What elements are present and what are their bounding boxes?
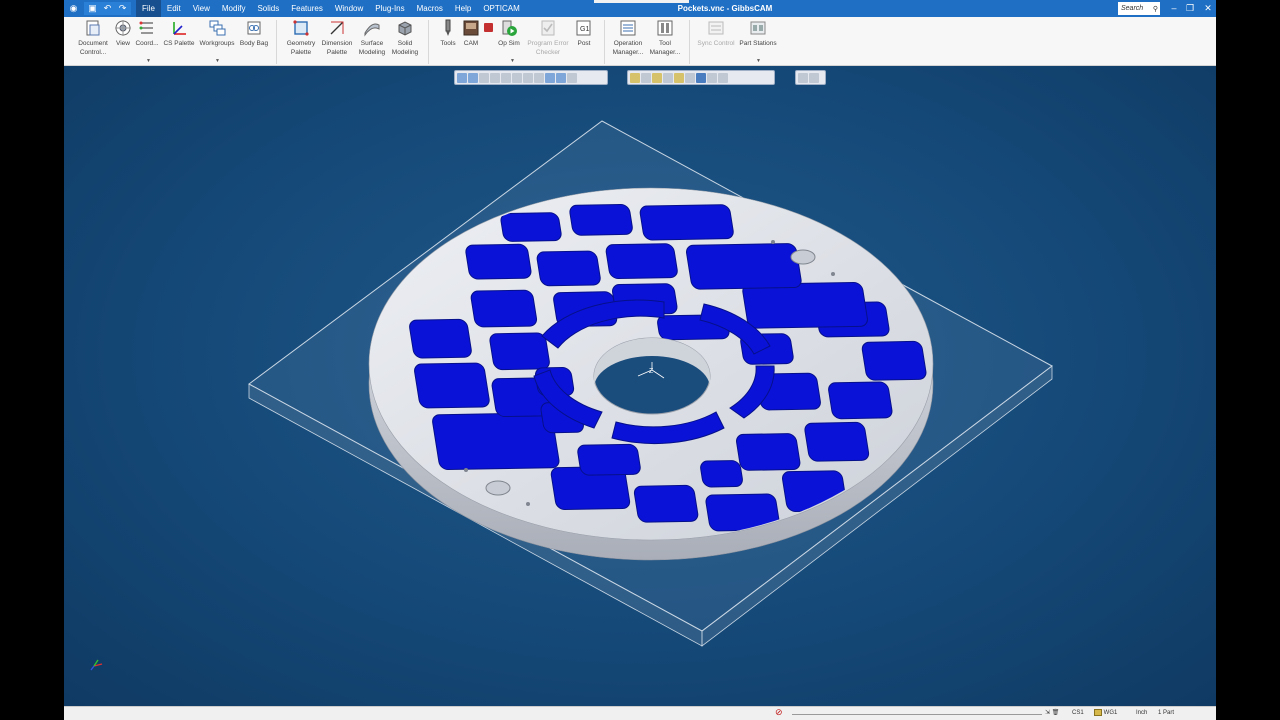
cs-indicator: CS1 (1072, 710, 1084, 716)
document-control-button[interactable]: Document Control... (76, 19, 110, 57)
checker-icon (541, 20, 555, 36)
cs-palette-button[interactable]: CS Palette (162, 19, 196, 48)
menu-opticam[interactable]: OPTICAM (477, 0, 525, 17)
part-stations-button[interactable]: Part Stations (737, 19, 779, 48)
menu-window[interactable]: Window (329, 0, 369, 17)
tool-manager-icon (657, 20, 673, 36)
part-stations-dropdown-icon[interactable]: ▼ (756, 58, 761, 64)
menu-view[interactable]: View (187, 0, 216, 17)
tool-icon (445, 19, 451, 36)
3d-viewport[interactable]: Z (64, 66, 1216, 706)
body-bag-button[interactable]: Body Bag (238, 19, 270, 48)
geometry-palette-icon (293, 20, 309, 36)
menu-macros[interactable]: Macros (411, 0, 449, 17)
surface-modeling-button[interactable]: Surface Modeling (355, 19, 389, 57)
menu-plug-ins[interactable]: Plug-Ins (369, 0, 410, 17)
search-input[interactable]: Search ⚲ (1118, 2, 1160, 15)
search-icon[interactable]: ⚲ (1153, 3, 1158, 16)
status-bar: ⊘ ⇲ 🗑 CS1 WG1 Inch 1 Part (64, 706, 1216, 720)
minimize-icon[interactable]: – (1166, 0, 1182, 17)
ribbon-separator (276, 20, 277, 64)
axis-triad-icon (90, 659, 103, 671)
close-icon[interactable]: ✕ (1200, 0, 1216, 17)
ribbon-toolbar: Document Control... View Coord... ▼ CS P… (64, 17, 1216, 66)
menu-help[interactable]: Help (449, 0, 477, 17)
part-stations-icon (750, 21, 766, 35)
trash-icon[interactable]: ⇲ 🗑 (1045, 709, 1059, 718)
units-indicator: Inch (1136, 710, 1148, 716)
tool-manager-button[interactable]: Tool Manager... (647, 19, 683, 57)
post-button[interactable]: G1 Post (573, 19, 595, 48)
sync-icon (708, 21, 724, 35)
part-model: Z (90, 120, 1053, 671)
operation-manager-button[interactable]: Operation Manager... (609, 19, 647, 57)
dimension-icon (330, 21, 344, 35)
op-sim-icon (502, 20, 517, 36)
ribbon-separator (689, 20, 690, 64)
menu-edit[interactable]: Edit (161, 0, 187, 17)
view-icon (115, 20, 131, 36)
coord-button[interactable]: Coord... (135, 19, 159, 48)
coord-dropdown-icon[interactable]: ▼ (146, 58, 151, 64)
redo-icon[interactable]: ↷ (116, 2, 129, 15)
menu-bar: File Edit View Modify Solids Features Wi… (136, 0, 526, 17)
body-bag-icon (247, 21, 261, 35)
svg-text:G1: G1 (580, 26, 589, 33)
svg-text:Z: Z (649, 368, 654, 375)
progress-line (792, 714, 1042, 715)
document-tab-indicator (594, 0, 689, 3)
workgroups-button[interactable]: Workgroups (197, 19, 237, 48)
axes-icon (173, 22, 186, 35)
menu-file[interactable]: File (136, 0, 161, 17)
solid-icon (398, 21, 412, 36)
document-icon (86, 20, 100, 36)
ribbon-separator (428, 20, 429, 64)
app-logo-icon[interactable]: ◉ (67, 2, 80, 15)
solid-modeling-button[interactable]: Solid Modeling (390, 19, 420, 57)
workgroup-icon (1094, 709, 1102, 716)
stop-icon[interactable]: ⊘ (775, 708, 783, 717)
cam-icon (463, 20, 479, 36)
title-bar: ◉ ▣ ↶ ↷ Pockets.vnc - GibbsCAM File Edit… (64, 0, 1216, 17)
sync-control-button[interactable]: Sync Control (696, 19, 736, 48)
geometry-palette-button[interactable]: Geometry Palette (283, 19, 319, 57)
undo-icon[interactable]: ↶ (101, 2, 114, 15)
coordinate-list-icon (139, 21, 153, 34)
operation-manager-icon (620, 20, 636, 36)
menu-modify[interactable]: Modify (216, 0, 252, 17)
tools-button[interactable]: Tools (436, 19, 460, 48)
program-error-checker-button[interactable]: Program Error Checker (524, 19, 572, 57)
ribbon-separator (604, 20, 605, 64)
cam-error-icon (484, 23, 493, 32)
restore-icon[interactable]: ❐ (1182, 0, 1198, 17)
op-sim-dropdown-icon[interactable]: ▼ (510, 58, 515, 64)
workgroups-icon (209, 20, 226, 36)
save-icon[interactable]: ▣ (86, 2, 99, 15)
quick-access-toolbar: ◉ (67, 2, 80, 15)
cam-button[interactable]: CAM (460, 19, 482, 48)
menu-solids[interactable]: Solids (251, 0, 285, 17)
workgroup-indicator: WG1 (1094, 709, 1117, 718)
post-icon: G1 (576, 20, 591, 36)
view-button[interactable]: View (114, 19, 132, 48)
op-sim-button[interactable]: Op Sim (496, 19, 522, 48)
parts-indicator: 1 Part (1158, 710, 1175, 716)
dimension-palette-button[interactable]: Dimension Palette (320, 19, 354, 57)
gibbscam-window: ◉ ▣ ↶ ↷ Pockets.vnc - GibbsCAM File Edit… (64, 0, 1216, 720)
menu-features[interactable]: Features (285, 0, 329, 17)
quick-access-buttons: ▣ ↶ ↷ (84, 2, 131, 15)
surface-icon (364, 23, 380, 37)
workgroups-dropdown-icon[interactable]: ▼ (215, 58, 220, 64)
